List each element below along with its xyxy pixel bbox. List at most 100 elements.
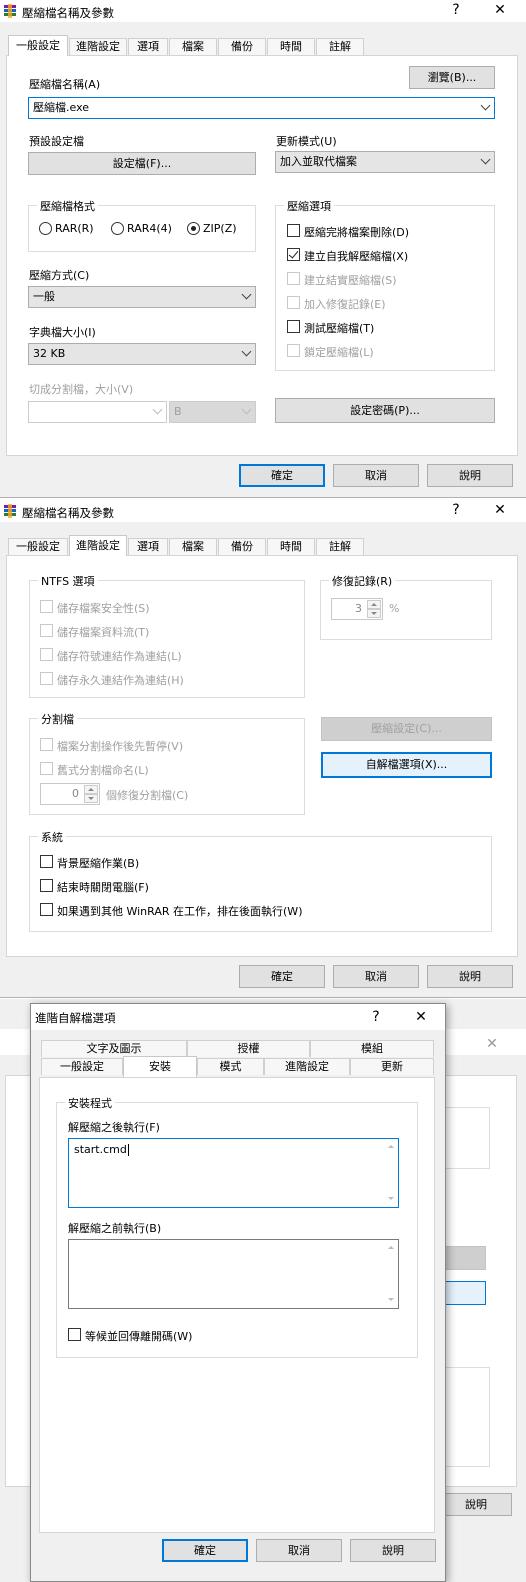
split-group-title: 分割檔 bbox=[38, 711, 77, 727]
radio-zip[interactable] bbox=[187, 222, 200, 235]
run-after-input[interactable]: start.cmd bbox=[68, 1138, 399, 1208]
spin-up-icon bbox=[367, 600, 381, 609]
chevron-down-icon bbox=[241, 404, 252, 415]
scrollbar[interactable] bbox=[385, 1242, 396, 1306]
shutdown-checkbox[interactable] bbox=[40, 879, 53, 892]
tab-setup[interactable]: 安裝 bbox=[123, 1056, 197, 1077]
tab-advanced[interactable]: 進階設定 bbox=[264, 1058, 350, 1075]
setup-group: 安裝程式 解壓縮之後執行(F) start.cmd 解壓縮之前執行(B) 等候並… bbox=[56, 1095, 418, 1358]
help-button[interactable]: 說明 bbox=[427, 965, 513, 988]
radio-rar-label[interactable]: RAR(R) bbox=[55, 222, 94, 235]
chevron-down-icon[interactable] bbox=[241, 289, 252, 300]
chevron-down-icon[interactable] bbox=[480, 100, 491, 111]
split-unit-select: B bbox=[169, 401, 256, 423]
option-sfx-checkbox[interactable] bbox=[287, 248, 300, 261]
tab-comment[interactable]: 註解 bbox=[316, 38, 364, 55]
split-group: 分割檔 檔案分割操作後先暫停(V) 舊式分割檔命名(L) 0 個修復分割檔(C) bbox=[29, 711, 305, 815]
wait-other-label[interactable]: 如果遇到其他 WinRAR 在工作，排在後面執行(W) bbox=[57, 903, 302, 919]
close-button[interactable]: ✕ bbox=[490, 2, 510, 18]
cancel-button[interactable]: 取消 bbox=[256, 1539, 342, 1562]
system-group-title: 系統 bbox=[38, 829, 66, 845]
tab-time[interactable]: 時間 bbox=[267, 38, 315, 55]
wait-exit-label[interactable]: 等候並回傳離開碼(W) bbox=[85, 1328, 192, 1344]
background-button bbox=[440, 1281, 486, 1305]
tab-general[interactable]: 一般設定 bbox=[41, 1058, 123, 1075]
radio-zip-label[interactable]: ZIP(Z) bbox=[203, 222, 237, 235]
title-bar[interactable]: 壓縮檔名稱及參數 ? ✕ bbox=[0, 500, 526, 522]
ok-button[interactable]: 確定 bbox=[162, 1539, 248, 1562]
run-after-value: start.cmd bbox=[74, 1143, 127, 1156]
tab-options[interactable]: 選項 bbox=[128, 38, 168, 55]
background-close-icon: ✕ bbox=[486, 1036, 498, 1052]
background-help-button: 說明 bbox=[440, 1493, 512, 1516]
set-password-button[interactable]: 設定密碼(P)... bbox=[275, 398, 495, 423]
archive-dialog-general: 壓縮檔名稱及參數 ? ✕ 一般設定 進階設定 選項 檔案 備份 時間 註解 壓縮… bbox=[0, 0, 526, 497]
chevron-down-icon[interactable] bbox=[480, 154, 491, 165]
scrollbar[interactable] bbox=[385, 1141, 396, 1205]
browse-button[interactable]: 瀏覽(B)... bbox=[409, 66, 495, 89]
cancel-button[interactable]: 取消 bbox=[333, 965, 419, 988]
tab-panel: 壓縮檔名稱(A) 瀏覽(B)... 壓縮檔.exe 預設設定檔 設定檔(F)..… bbox=[6, 55, 518, 456]
option-test-label[interactable]: 測試壓縮檔(T) bbox=[304, 320, 374, 336]
background-label[interactable]: 背景壓縮作業(B) bbox=[57, 855, 139, 871]
title-bar[interactable]: 進階自解檔選項 ? ✕ bbox=[31, 1004, 445, 1030]
scroll-up-icon[interactable] bbox=[388, 1145, 394, 1148]
shutdown-label[interactable]: 結束時關閉電腦(F) bbox=[57, 879, 149, 895]
help-title-button[interactable]: ? bbox=[446, 2, 466, 18]
profile-label: 預設設定檔 bbox=[29, 135, 84, 148]
tab-modes[interactable]: 模式 bbox=[197, 1058, 264, 1075]
tab-general[interactable]: 一般設定 bbox=[8, 538, 68, 555]
ntfs-hardlinks-checkbox bbox=[40, 672, 53, 685]
method-label: 壓縮方式(C) bbox=[29, 269, 90, 282]
close-button[interactable]: ✕ bbox=[411, 1009, 431, 1025]
tab-files[interactable]: 檔案 bbox=[169, 538, 217, 555]
tab-comment[interactable]: 註解 bbox=[316, 538, 364, 555]
tab-license[interactable]: 授權 bbox=[187, 1040, 310, 1057]
scroll-up-icon[interactable] bbox=[388, 1246, 394, 1249]
ok-button[interactable]: 確定 bbox=[239, 965, 325, 988]
tab-advanced[interactable]: 進階設定 bbox=[69, 38, 127, 55]
help-button[interactable]: 說明 bbox=[427, 464, 513, 487]
tab-general[interactable]: 一般設定 bbox=[8, 35, 68, 56]
archive-name-combo[interactable]: 壓縮檔.exe bbox=[28, 97, 495, 119]
tab-advanced[interactable]: 進階設定 bbox=[69, 535, 127, 556]
tab-update[interactable]: 更新 bbox=[350, 1058, 434, 1075]
recovery-group-title: 修復記錄(R) bbox=[329, 573, 396, 589]
help-title-button[interactable]: ? bbox=[446, 502, 466, 518]
chevron-down-icon[interactable] bbox=[241, 346, 252, 357]
scroll-down-icon[interactable] bbox=[388, 1298, 394, 1301]
option-solid-label: 建立結實壓縮檔(S) bbox=[304, 274, 397, 287]
help-button[interactable]: 說明 bbox=[350, 1539, 436, 1562]
update-mode-select[interactable]: 加入並取代檔案 bbox=[275, 151, 495, 173]
sfx-options-button[interactable]: 自解檔選項(X)... bbox=[321, 752, 492, 778]
help-title-button[interactable]: ? bbox=[366, 1009, 386, 1025]
radio-rar4[interactable] bbox=[111, 222, 124, 235]
title-bar[interactable]: 壓縮檔名稱及參數 ? ✕ bbox=[0, 0, 526, 22]
tab-backup[interactable]: 備份 bbox=[218, 538, 266, 555]
tab-modules[interactable]: 模組 bbox=[310, 1040, 434, 1057]
tab-options[interactable]: 選項 bbox=[128, 538, 168, 555]
wait-exit-checkbox[interactable] bbox=[68, 1328, 81, 1341]
profile-button[interactable]: 設定檔(F)... bbox=[28, 152, 256, 175]
background-checkbox[interactable] bbox=[40, 855, 53, 868]
scroll-down-icon[interactable] bbox=[388, 1197, 394, 1200]
method-select[interactable]: 一般 bbox=[28, 286, 256, 308]
tab-backup[interactable]: 備份 bbox=[218, 38, 266, 55]
tab-row-top: 文字及圖示 授權 模組 bbox=[39, 1038, 435, 1058]
option-delete-after-checkbox[interactable] bbox=[287, 224, 300, 237]
option-sfx-label[interactable]: 建立自我解壓縮檔(X) bbox=[304, 248, 408, 264]
split-pause-checkbox bbox=[40, 738, 53, 751]
tab-files[interactable]: 檔案 bbox=[169, 38, 217, 55]
dict-select[interactable]: 32 KB bbox=[28, 343, 256, 365]
tab-text-icon[interactable]: 文字及圖示 bbox=[41, 1040, 187, 1057]
close-button[interactable]: ✕ bbox=[490, 502, 510, 518]
wait-other-checkbox[interactable] bbox=[40, 903, 53, 916]
tab-time[interactable]: 時間 bbox=[267, 538, 315, 555]
option-test-checkbox[interactable] bbox=[287, 320, 300, 333]
run-before-input[interactable] bbox=[68, 1239, 399, 1309]
option-delete-after-label[interactable]: 壓縮完將檔案刪除(D) bbox=[304, 224, 409, 240]
ok-button[interactable]: 確定 bbox=[239, 464, 325, 487]
radio-rar4-label[interactable]: RAR4(4) bbox=[127, 222, 172, 235]
radio-rar[interactable] bbox=[39, 222, 52, 235]
cancel-button[interactable]: 取消 bbox=[333, 464, 419, 487]
